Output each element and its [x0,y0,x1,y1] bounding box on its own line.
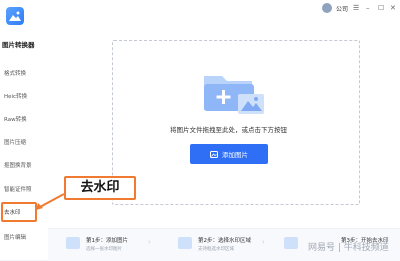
chevron-right-icon: › [148,238,151,246]
step-1-title: 第1步：添加图片 [86,238,128,244]
avatar[interactable] [322,3,332,13]
close-icon[interactable]: ✕ [390,3,396,13]
menu-icon[interactable]: ☰ [353,3,359,13]
step-2-title: 第2步：选择水印区域 [198,238,251,244]
sidebar-item-compress[interactable]: 图片压缩 [4,138,26,146]
sidebar-item-image-edit[interactable]: 图片编辑 [4,233,26,241]
step-3-icon [284,237,298,249]
step-2-icon [178,237,192,249]
app-title: 图片转换器 [2,41,35,49]
watermark-text: 网易号 | 牛科技频道 [308,243,389,253]
minimize-icon[interactable]: – [366,3,370,13]
app-logo-icon [6,7,24,25]
callout-highlight-box [1,202,37,222]
add-image-button-label: 添加图片 [222,151,248,159]
add-image-button[interactable]: 添加图片 [190,144,268,164]
maximize-icon[interactable]: ☐ [378,3,384,13]
sidebar-item-id-photo[interactable]: 智能证件照 [4,185,32,193]
callout-arrow-icon [36,193,65,210]
drop-hint-text: 将图片文件拖拽至此处，或点击下方按钮 [170,126,287,134]
callout-label: 去水印 [64,176,136,200]
sidebar-item-heic-convert[interactable]: Heic转换 [4,92,27,100]
chevron-right-icon: › [262,238,265,246]
account-label[interactable]: 公司 [336,4,348,13]
step-2-desc: 支持框选水印区域 [198,247,234,252]
step-1-icon [66,237,80,249]
folder-image-icon [204,76,264,114]
image-icon [210,150,218,158]
sidebar-item-cutout[interactable]: 抠图换背景 [4,161,32,169]
drop-zone[interactable] [112,40,360,205]
sidebar-item-format-convert[interactable]: 格式转换 [4,69,26,77]
step-1-desc: 选择一张水印图片 [86,247,122,252]
sidebar-item-raw-convert[interactable]: Raw转换 [4,115,27,123]
